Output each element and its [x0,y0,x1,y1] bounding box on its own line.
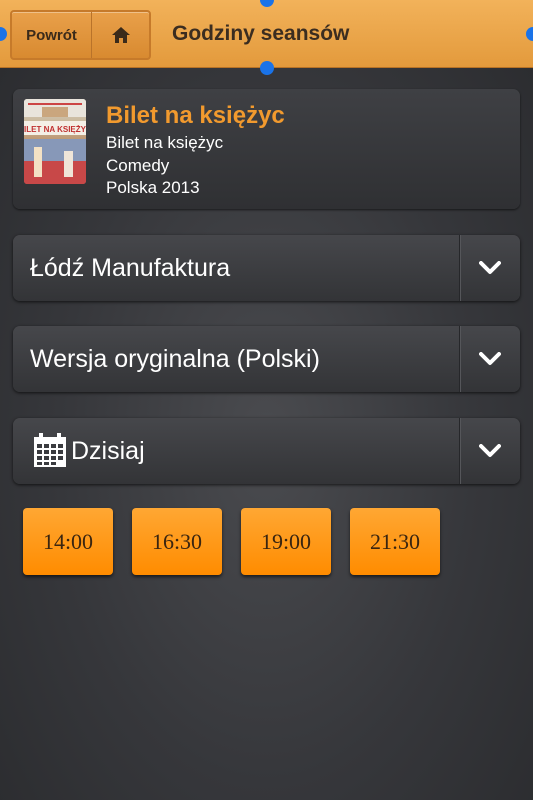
showtime-button[interactable]: 16:30 [132,508,222,575]
chevron-down-icon [479,444,501,457]
showtime-button[interactable]: 21:30 [350,508,440,575]
date-select-toggle[interactable] [459,418,520,484]
movie-genre: Comedy [106,156,170,175]
showtime-button[interactable]: 14:00 [23,508,113,575]
version-select-value: Wersja oryginalna (Polski) [30,345,320,373]
back-button[interactable]: Powrót [12,12,92,58]
poster-title-text: BILET NA KSIĘŻYC [24,125,86,134]
movie-production: Polska 2013 [106,178,200,197]
movie-card: BILET NA KSIĘŻYC Bilet na księżyc Bilet … [13,89,520,209]
date-select[interactable]: Dzisiaj [13,418,520,484]
home-button[interactable] [92,12,149,58]
version-select-toggle[interactable] [459,326,520,392]
cinema-select-value: Łódź Manufaktura [30,254,231,282]
top-bar: Powrót Godziny seansów [0,0,533,68]
nav-button-group: Powrót [10,10,151,60]
home-icon [111,27,130,43]
showtime-button[interactable]: 19:00 [241,508,331,575]
movie-original-title: Bilet na księżyc [106,133,224,152]
cinema-select[interactable]: Łódź Manufaktura [13,235,520,301]
calendar-icon [34,433,66,467]
movie-title: Bilet na księżyc [106,102,285,129]
selection-handle-right[interactable] [526,27,533,41]
chevron-down-icon [479,261,501,274]
page-title: Godziny seansów [172,22,350,45]
version-select[interactable]: Wersja oryginalna (Polski) [13,326,520,392]
date-select-value: Dzisiaj [71,437,145,465]
selection-handle-bottom[interactable] [260,61,274,75]
cinema-select-toggle[interactable] [459,235,520,301]
chevron-down-icon [479,352,501,365]
movie-poster: BILET NA KSIĘŻYC [24,99,86,184]
